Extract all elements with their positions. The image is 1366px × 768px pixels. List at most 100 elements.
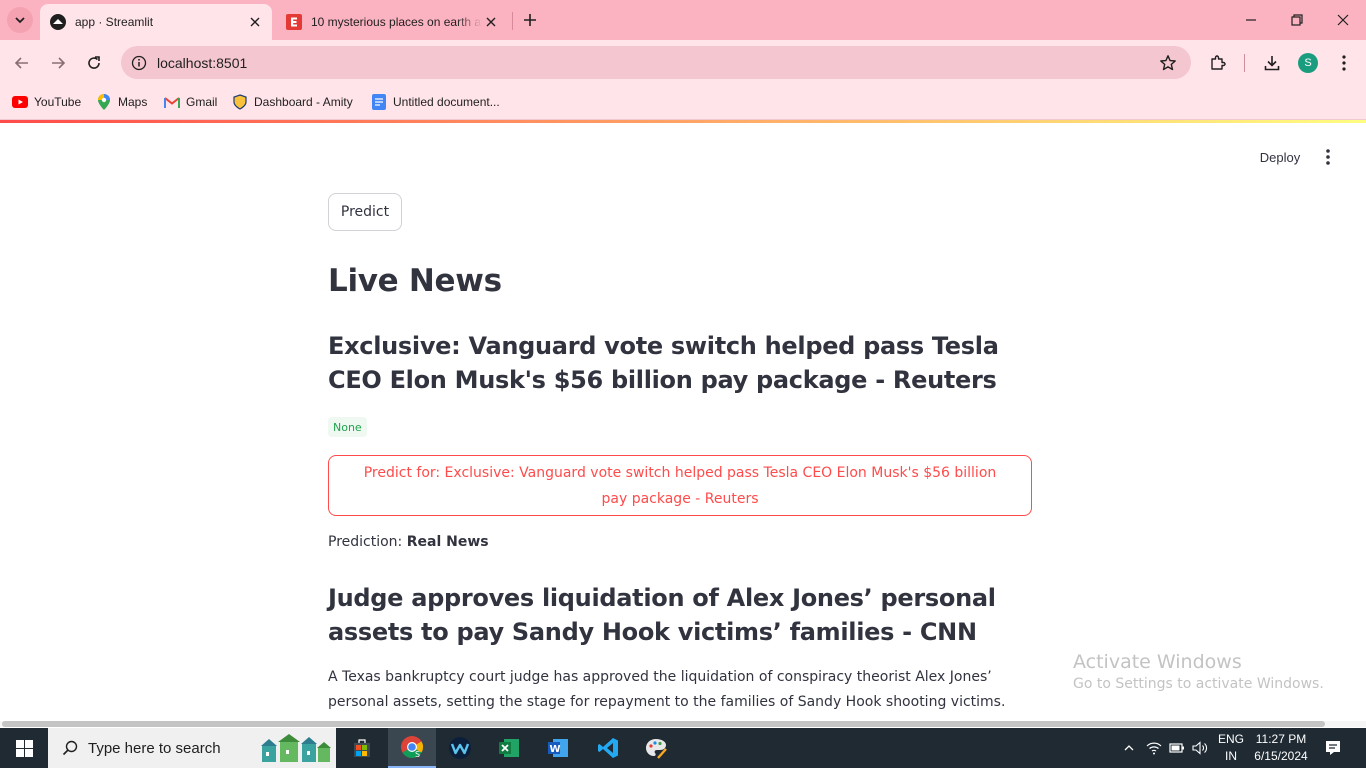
tab-streamlit[interactable]: app · Streamlit [40, 4, 272, 40]
new-tab-button[interactable] [518, 8, 542, 32]
close-tab-icon[interactable] [482, 13, 500, 31]
windows-logo-icon [15, 739, 33, 757]
address-bar[interactable]: localhost:8501 [121, 46, 1191, 79]
paint-icon [646, 739, 667, 759]
app-menu-button[interactable] [1316, 145, 1340, 169]
kebab-menu-icon [1342, 55, 1346, 71]
forward-button[interactable] [43, 48, 73, 78]
notification-icon [1326, 741, 1340, 755]
webex-icon [449, 737, 471, 759]
close-tab-icon[interactable] [246, 13, 264, 31]
tab-separator [512, 12, 513, 30]
bookmark-label: Maps [118, 95, 148, 109]
youtube-icon [12, 94, 28, 110]
download-icon [1264, 56, 1280, 71]
tab-title: app · Streamlit [75, 15, 154, 29]
notifications-button[interactable] [1320, 728, 1346, 768]
vscode-icon [598, 738, 618, 758]
profile-avatar[interactable]: S [1298, 53, 1318, 73]
bookmark-label: Untitled document... [393, 95, 500, 109]
arrow-right-icon [52, 57, 66, 69]
volume-button[interactable] [1189, 728, 1211, 768]
bookmark-gmail[interactable]: Gmail [164, 92, 217, 112]
bookmark-maps[interactable]: Maps [96, 92, 147, 112]
puzzle-icon [1211, 55, 1226, 70]
taskbar-app-chrome[interactable]: S [388, 728, 436, 768]
article-description: None [328, 417, 367, 437]
article-headline: Exclusive: Vanguard vote switch helped p… [328, 332, 999, 394]
input-language[interactable]: ENG IN [1214, 731, 1248, 765]
prediction-label: Prediction: [328, 534, 403, 550]
bookmark-youtube[interactable]: YouTube [12, 92, 81, 112]
clock-time: 11:27 PM [1255, 732, 1307, 746]
restore-icon [1291, 14, 1303, 26]
battery-button[interactable] [1166, 728, 1188, 768]
gmail-icon [164, 94, 180, 110]
search-placeholder: Type here to search [88, 739, 221, 757]
prediction-result: Prediction: Real News [328, 534, 489, 550]
minimize-button[interactable] [1228, 0, 1274, 40]
article-description: A Texas bankruptcy court judge has appro… [328, 669, 1006, 710]
bookmark-label: Dashboard - Amity [254, 95, 353, 109]
close-icon [1337, 14, 1349, 26]
region-code: IN [1225, 749, 1237, 763]
browser-menu-button[interactable] [1331, 50, 1357, 76]
amity-icon [232, 94, 248, 110]
plus-icon [524, 14, 536, 26]
excel-icon [499, 739, 519, 757]
battery-icon [1169, 743, 1184, 753]
downloads-button[interactable] [1259, 50, 1285, 76]
taskbar-search[interactable]: Type here to search [48, 728, 336, 768]
scrollbar-thumb[interactable] [2, 721, 1325, 727]
tab-strip: app · Streamlit 10 mysterious places on … [0, 0, 1366, 40]
bookmark-label: YouTube [34, 95, 82, 109]
taskbar-app-paint[interactable] [632, 728, 680, 768]
bookmark-docs[interactable]: Untitled document... [371, 92, 500, 112]
toolbar-separator [1244, 54, 1245, 72]
speaker-icon [1192, 741, 1207, 755]
svg-text:W: W [550, 744, 561, 755]
predict-button[interactable]: Predict [328, 193, 402, 231]
windows-taskbar: Type here to search S W ENG IN 11:27 PM … [0, 728, 1366, 768]
show-hidden-icons-button[interactable] [1118, 728, 1140, 768]
deploy-button[interactable]: Deploy [1250, 145, 1310, 169]
language-code: ENG [1217, 732, 1244, 746]
wifi-icon [1146, 742, 1162, 755]
bookmark-amity[interactable]: Dashboard - Amity [232, 92, 353, 112]
streamlit-header-decoration [0, 120, 1366, 123]
network-button[interactable] [1143, 728, 1165, 768]
taskbar-app-store[interactable] [338, 728, 386, 768]
reload-button[interactable] [79, 48, 109, 78]
search-highlight-town-icon [261, 734, 331, 762]
search-icon [60, 738, 80, 758]
tab-search-button[interactable] [7, 7, 33, 33]
docs-icon [371, 94, 387, 110]
minimize-icon [1246, 19, 1256, 21]
article-headline: Judge approves liquidation of Alex Jones… [328, 584, 996, 646]
taskbar-app-excel[interactable] [485, 728, 533, 768]
url-text[interactable]: localhost:8501 [157, 55, 1157, 71]
activation-watermark-subtitle: Go to Settings to activate Windows. [1073, 676, 1324, 692]
chevron-up-icon [1124, 745, 1134, 751]
horizontal-scrollbar[interactable] [0, 721, 1366, 727]
bookmark-star-icon[interactable] [1157, 52, 1179, 74]
taskbar-app-webex[interactable] [436, 728, 484, 768]
site-info-icon[interactable] [129, 53, 149, 73]
predict-for-button[interactable]: Predict for: Exclusive: Vanguard vote sw… [328, 455, 1032, 516]
streamlit-icon [50, 14, 66, 30]
e-logo-icon [286, 14, 302, 30]
back-button[interactable] [7, 48, 37, 78]
start-button[interactable] [0, 728, 48, 768]
restore-button[interactable] [1274, 0, 1320, 40]
activation-watermark-title: Activate Windows [1073, 651, 1242, 673]
taskbar-app-word[interactable]: W [534, 728, 582, 768]
bookmarks-bar: YouTube Maps Gmail Dashboard - Amity Unt… [0, 86, 1366, 120]
system-clock[interactable]: 11:27 PM 6/15/2024 [1248, 731, 1314, 765]
kebab-menu-icon [1326, 149, 1330, 165]
prediction-value: Real News [406, 534, 489, 550]
reload-icon [88, 56, 100, 69]
taskbar-app-vscode[interactable] [584, 728, 632, 768]
tab-mysterious-places[interactable]: 10 mysterious places on earth a [276, 4, 508, 40]
close-window-button[interactable] [1320, 0, 1366, 40]
extensions-button[interactable] [1205, 50, 1231, 76]
